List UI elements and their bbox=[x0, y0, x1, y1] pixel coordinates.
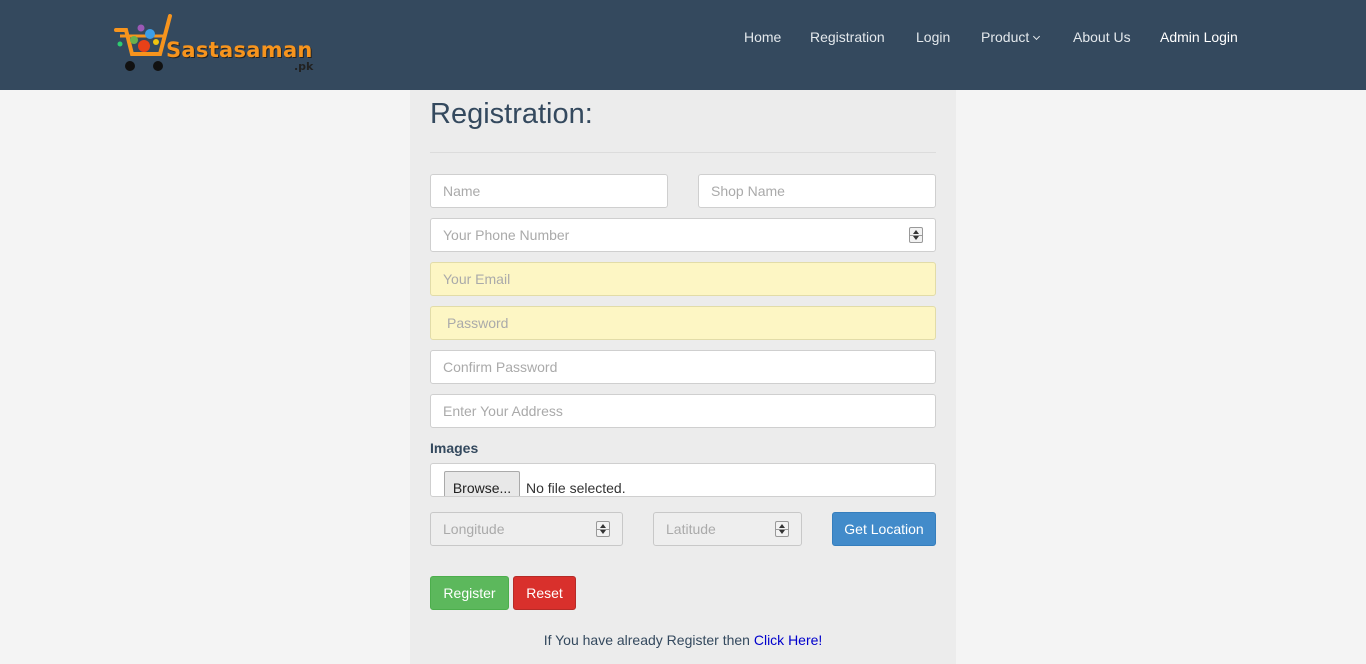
page-title: Registration: bbox=[430, 98, 593, 130]
nav-registration[interactable]: Registration bbox=[810, 29, 885, 45]
chevron-down-icon bbox=[1033, 32, 1041, 41]
latitude-input[interactable]: Latitude bbox=[653, 512, 802, 546]
click-here-link[interactable]: Click Here! bbox=[754, 632, 822, 648]
browse-button[interactable]: Browse... bbox=[444, 471, 520, 496]
top-navbar: Sastasaman .pk Home Registration Login P… bbox=[0, 0, 1366, 90]
reset-button[interactable]: Reset bbox=[513, 576, 576, 610]
images-label: Images bbox=[430, 440, 479, 456]
address-input[interactable]: Enter Your Address bbox=[430, 394, 936, 428]
login-prompt-text: If You have already Register then bbox=[543, 632, 754, 648]
longitude-input[interactable]: Longitude bbox=[430, 512, 623, 546]
title-divider bbox=[430, 152, 936, 153]
email-input[interactable]: Your Email bbox=[430, 262, 936, 296]
brand-suffix: .pk bbox=[294, 60, 314, 73]
get-location-button[interactable]: Get Location bbox=[832, 512, 936, 546]
register-button[interactable]: Register bbox=[430, 576, 509, 610]
phone-spinner-icon[interactable] bbox=[909, 227, 923, 243]
nav-admin-login[interactable]: Admin Login bbox=[1160, 29, 1238, 45]
nav-home[interactable]: Home bbox=[744, 29, 781, 45]
phone-input[interactable]: Your Phone Number bbox=[430, 218, 936, 252]
nav-login[interactable]: Login bbox=[916, 29, 950, 45]
phone-placeholder: Your Phone Number bbox=[443, 227, 570, 243]
name-input[interactable]: Name bbox=[430, 174, 668, 208]
longitude-spinner-icon[interactable] bbox=[596, 521, 610, 537]
nav-product-label: Product bbox=[981, 29, 1030, 45]
longitude-placeholder: Longitude bbox=[443, 521, 505, 537]
login-prompt: If You have already Register then Click … bbox=[410, 632, 956, 648]
brand-name: Sastasaman bbox=[166, 38, 313, 62]
password-input[interactable]: Password bbox=[430, 306, 936, 340]
image-file-input[interactable]: Browse... No file selected. bbox=[430, 463, 936, 497]
latitude-placeholder: Latitude bbox=[666, 521, 716, 537]
nav-product-dropdown[interactable]: Product bbox=[981, 29, 1041, 45]
latitude-spinner-icon[interactable] bbox=[775, 521, 789, 537]
file-status-text: No file selected. bbox=[526, 480, 626, 496]
shop-name-input[interactable]: Shop Name bbox=[698, 174, 936, 208]
nav-about[interactable]: About Us bbox=[1073, 29, 1131, 45]
confirm-password-input[interactable]: Confirm Password bbox=[430, 350, 936, 384]
